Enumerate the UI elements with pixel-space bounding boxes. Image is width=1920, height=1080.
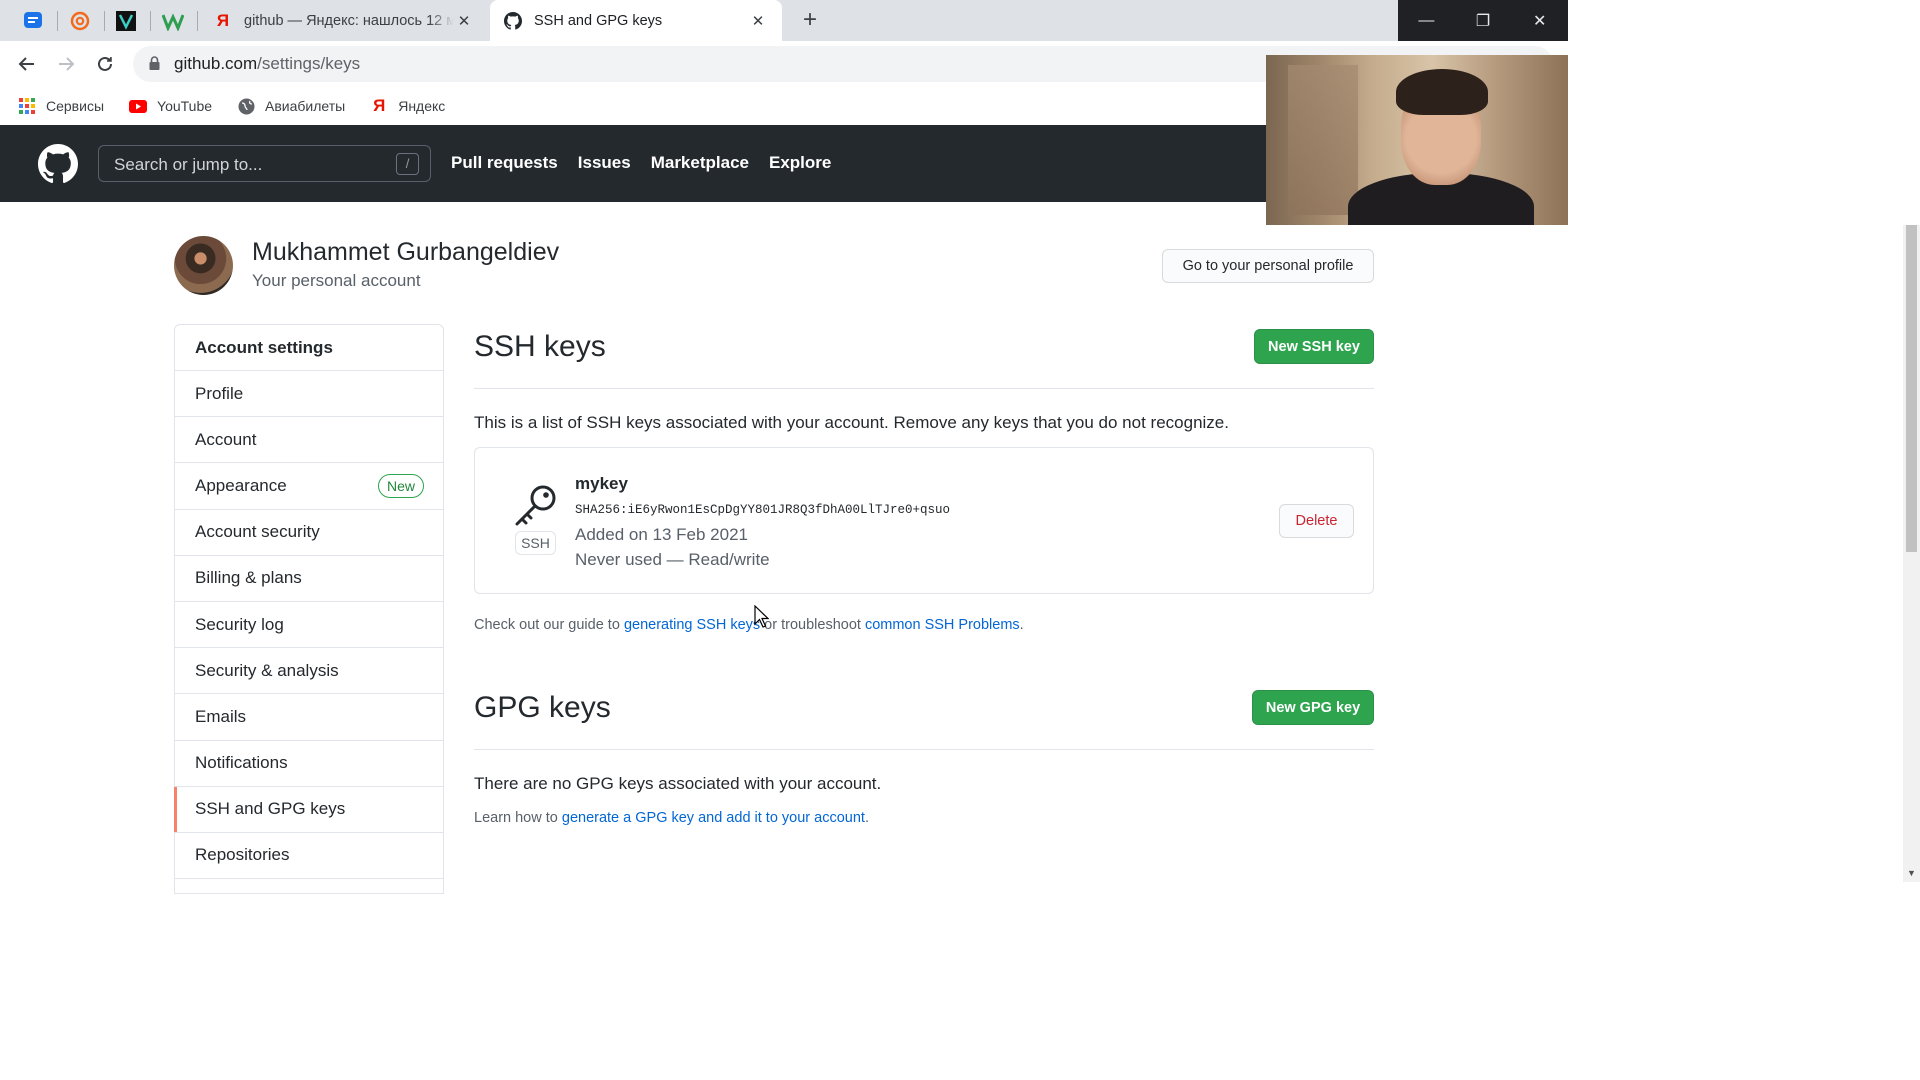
apps-grid-icon — [18, 97, 36, 115]
reload-icon — [98, 56, 112, 71]
browser-tab-strip: Я github — Яндекс: нашлось 12 млн резуль… — [0, 0, 1568, 41]
forward-arrow-icon — [59, 57, 75, 71]
ssh-guide-note: Check out our guide to generating SSH ke… — [474, 617, 1024, 633]
bookmark-label: YouTube — [157, 98, 213, 114]
key-icon — [515, 485, 556, 526]
gpg-keys-title: GPG keys — [474, 691, 611, 724]
close-tab-icon[interactable]: ✕ — [454, 11, 474, 31]
bookmark-avia[interactable]: Авиабилеты — [237, 97, 345, 115]
reload-button[interactable] — [92, 51, 118, 77]
search-shortcut-key: / — [396, 153, 419, 175]
sidebar-heading: Account settings — [175, 325, 443, 371]
search-placeholder: Search or jump to... — [114, 155, 263, 174]
sidebar-item-notifications[interactable]: Notifications — [175, 741, 443, 787]
go-to-profile-button[interactable]: Go to your personal profile — [1162, 249, 1374, 283]
nav-explore[interactable]: Explore — [769, 153, 831, 173]
forward-button[interactable] — [53, 51, 79, 77]
header-nav: Pull requests Issues Marketplace Explore — [451, 153, 851, 173]
chat-icon — [24, 12, 42, 28]
key-fingerprint: SHA256:iE6yRwon1EsCpDgYY801JR8Q3fDhA00Ll… — [575, 503, 951, 517]
pinned-tab-v[interactable] — [109, 6, 143, 36]
window-controls: — ❐ ✕ — [1398, 0, 1568, 41]
sidebar-item-security-log[interactable]: Security log — [175, 602, 443, 649]
key-type-label: SSH — [515, 531, 556, 555]
minimize-icon[interactable]: — — [1398, 0, 1455, 41]
v-logo-icon — [116, 11, 136, 31]
delete-key-button[interactable]: Delete — [1279, 504, 1354, 538]
settings-sidebar: Account settings Profile Account Appeara… — [174, 324, 444, 894]
tab-title: SSH and GPG keys — [534, 12, 663, 29]
lock-icon[interactable] — [149, 56, 160, 70]
bookmark-label: Сервисы — [46, 98, 105, 114]
profile-name: Mukhammet Gurbangeldiev — [252, 238, 560, 266]
mouse-cursor-icon — [754, 605, 770, 628]
sidebar-item-profile[interactable]: Profile — [175, 371, 443, 418]
new-tab-button[interactable]: + — [796, 8, 824, 34]
pinned-tab-w[interactable] — [156, 6, 190, 36]
globe-icon — [237, 97, 255, 115]
new-ssh-key-button[interactable]: New SSH key — [1254, 329, 1374, 364]
github-logo-icon[interactable] — [38, 144, 78, 184]
github-icon — [504, 11, 522, 30]
common-ssh-problems-link[interactable]: common SSH Problems — [865, 617, 1020, 633]
generate-gpg-key-link[interactable]: generate a GPG key and add it to your ac… — [562, 810, 865, 826]
avatar[interactable] — [174, 236, 233, 295]
sidebar-item-repositories[interactable]: Repositories — [175, 833, 443, 880]
close-tab-icon[interactable]: ✕ — [748, 11, 768, 31]
address-url: github.com/settings/keys — [174, 54, 361, 73]
bookmark-youtube[interactable]: YouTube — [129, 97, 212, 115]
profile-subtitle: Your personal account — [252, 271, 421, 290]
new-badge: New — [377, 474, 424, 499]
ssh-key-item: SSH mykey SHA256:iE6yRwon1EsCpDgYY801JR8… — [474, 447, 1374, 594]
key-added-date: Added on 13 Feb 2021 — [575, 525, 748, 544]
pinned-tab-chat[interactable] — [16, 6, 50, 36]
sidebar-item-security-analysis[interactable]: Security & analysis — [175, 648, 443, 695]
close-window-icon[interactable]: ✕ — [1511, 0, 1568, 41]
bookmark-label: Яндекс — [398, 98, 446, 114]
nav-pull-requests[interactable]: Pull requests — [451, 153, 558, 173]
page-scrollbar[interactable]: ▼ — [1903, 225, 1920, 882]
restore-icon[interactable]: ❐ — [1455, 0, 1512, 41]
search-input[interactable]: Search or jump to... / — [98, 145, 431, 182]
bookmark-services[interactable]: Сервисы — [18, 97, 104, 115]
bookmark-yandex[interactable]: Я Яндекс — [370, 96, 446, 115]
gpg-learn-note: Learn how to generate a GPG key and add … — [474, 810, 869, 826]
scroll-down-icon[interactable]: ▼ — [1907, 868, 1916, 878]
sidebar-item-ssh-gpg-keys[interactable]: SSH and GPG keys — [174, 786, 443, 833]
sidebar-item-billing[interactable]: Billing & plans — [175, 556, 443, 602]
nav-issues[interactable]: Issues — [578, 153, 631, 173]
nav-marketplace[interactable]: Marketplace — [651, 153, 749, 173]
back-button[interactable] — [14, 51, 40, 77]
bookmark-label: Авиабилеты — [265, 98, 346, 114]
sidebar-item-emails[interactable]: Emails — [175, 694, 443, 741]
tab-ssh-gpg-keys[interactable]: SSH and GPG keys ✕ — [490, 0, 782, 41]
webcam-overlay — [1266, 55, 1568, 225]
ssh-description: This is a list of SSH keys associated wi… — [474, 413, 1229, 432]
w-logo-icon — [162, 13, 184, 31]
ssh-keys-title: SSH keys — [474, 330, 606, 363]
gpg-empty-message: There are no GPG keys associated with yo… — [474, 774, 882, 793]
at-sign-icon — [70, 11, 90, 31]
sidebar-item-account-security[interactable]: Account security — [175, 510, 443, 556]
generating-ssh-keys-link[interactable]: generating SSH keys — [624, 617, 760, 633]
tab-title: github — Яндекс: нашлось 12 млн результа… — [244, 12, 454, 29]
yandex-icon: Я — [216, 10, 230, 30]
scrollbar-thumb[interactable] — [1906, 225, 1917, 552]
yandex-icon: Я — [373, 96, 386, 115]
divider — [474, 388, 1374, 389]
youtube-icon — [129, 97, 148, 115]
key-usage: Never used — Read/write — [575, 550, 770, 569]
sidebar-item-account[interactable]: Account — [175, 417, 443, 464]
sidebar-item-appearance[interactable]: Appearance New — [175, 463, 443, 510]
new-gpg-key-button[interactable]: New GPG key — [1252, 690, 1374, 725]
back-arrow-icon — [18, 57, 34, 71]
key-name: mykey — [575, 474, 628, 493]
pinned-tab-mail[interactable] — [63, 6, 97, 36]
divider — [474, 749, 1374, 750]
tab-yandex-search[interactable]: Я github — Яндекс: нашлось 12 млн резуль… — [200, 0, 488, 41]
